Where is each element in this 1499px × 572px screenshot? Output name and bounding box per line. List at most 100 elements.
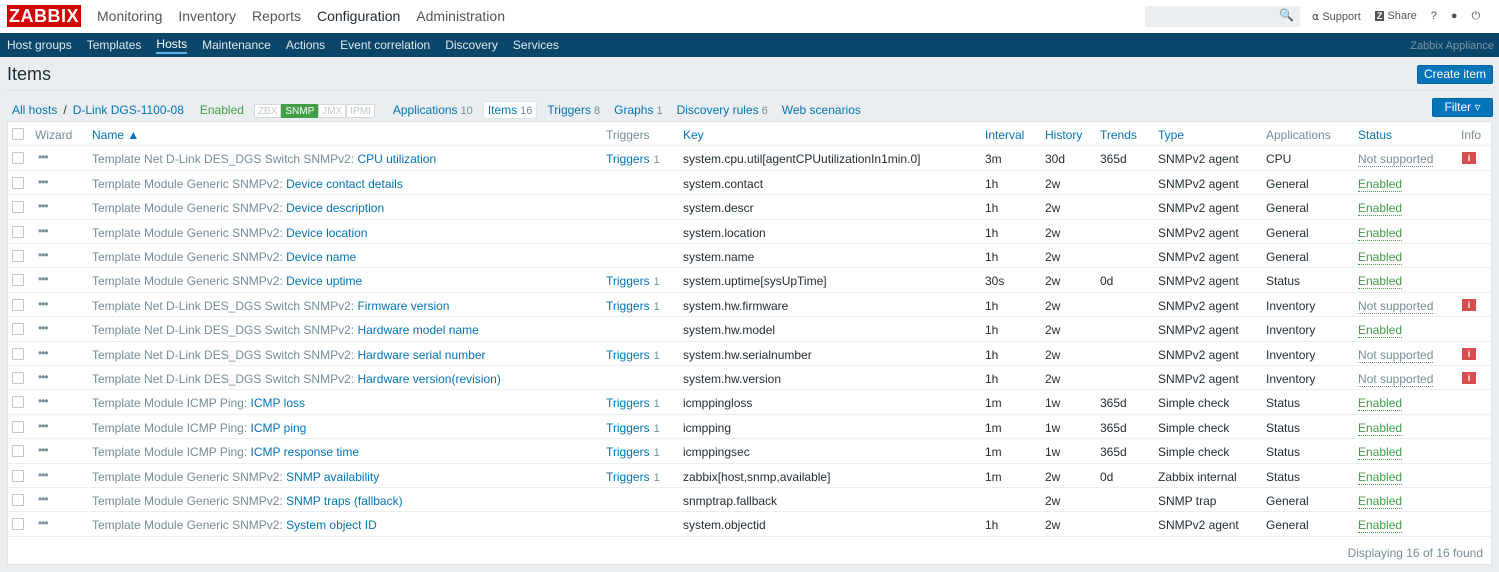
template-link[interactable]: Template Net D-Link DES_DGS Switch SNMPv… bbox=[92, 299, 354, 313]
sub-menu-item[interactable]: Maintenance bbox=[202, 38, 271, 52]
col-history[interactable]: History bbox=[1045, 128, 1082, 142]
wizard-menu-icon[interactable]: ••• bbox=[38, 272, 49, 286]
row-checkbox[interactable] bbox=[12, 494, 24, 506]
template-link[interactable]: Template Net D-Link DES_DGS Switch SNMPv… bbox=[92, 323, 354, 337]
main-menu-item[interactable]: Configuration bbox=[317, 8, 400, 24]
item-link[interactable]: SNMP traps (fallback) bbox=[286, 494, 402, 508]
wizard-menu-icon[interactable]: ••• bbox=[38, 297, 49, 311]
item-link[interactable]: Hardware version(revision) bbox=[357, 372, 500, 386]
col-interval[interactable]: Interval bbox=[985, 128, 1024, 142]
triggers-label[interactable]: Triggers bbox=[606, 445, 650, 459]
item-link[interactable]: Device name bbox=[286, 250, 356, 264]
host-tab-label[interactable]: Web scenarios bbox=[782, 103, 861, 117]
triggers-link[interactable]: Triggers 1 bbox=[606, 445, 660, 459]
template-link[interactable]: Template Module Generic SNMPv2: bbox=[92, 274, 283, 288]
wizard-menu-icon[interactable]: ••• bbox=[38, 394, 49, 408]
item-link[interactable]: ICMP loss bbox=[251, 396, 305, 410]
user-profile-icon[interactable]: ● bbox=[1451, 10, 1458, 23]
host-tab[interactable]: Graphs 1 bbox=[610, 101, 666, 119]
row-checkbox[interactable] bbox=[12, 201, 24, 214]
help-icon[interactable]: ? bbox=[1431, 10, 1437, 23]
wizard-menu-icon[interactable]: ••• bbox=[38, 516, 49, 530]
col-key[interactable]: Key bbox=[683, 128, 704, 142]
row-checkbox[interactable] bbox=[12, 445, 24, 458]
template-link[interactable]: Template Module Generic SNMPv2: bbox=[92, 177, 283, 191]
wizard-menu-icon[interactable]: ••• bbox=[38, 150, 49, 164]
triggers-link[interactable]: Triggers 1 bbox=[606, 348, 660, 362]
template-link[interactable]: Template Module ICMP Ping: bbox=[92, 396, 247, 410]
item-status[interactable]: Not supported bbox=[1358, 152, 1434, 168]
template-link[interactable]: Template Module Generic SNMPv2: bbox=[92, 494, 283, 508]
row-checkbox[interactable] bbox=[12, 372, 24, 384]
item-status[interactable]: Enabled bbox=[1358, 323, 1403, 339]
sub-menu-item[interactable]: Hosts bbox=[156, 37, 188, 54]
item-status[interactable]: Enabled bbox=[1358, 445, 1403, 461]
row-checkbox[interactable] bbox=[12, 469, 24, 482]
item-link[interactable]: SNMP availability bbox=[286, 470, 379, 484]
wizard-menu-icon[interactable]: ••• bbox=[38, 419, 49, 433]
search-input[interactable]: 🔍 bbox=[1145, 6, 1300, 27]
info-error-icon[interactable]: i bbox=[1462, 152, 1476, 165]
sub-menu-item[interactable]: Discovery bbox=[445, 38, 498, 52]
triggers-label[interactable]: Triggers bbox=[606, 299, 650, 313]
sub-menu-item[interactable]: Host groups bbox=[7, 38, 72, 52]
template-link[interactable]: Template Module Generic SNMPv2: bbox=[92, 470, 283, 484]
item-status[interactable]: Enabled bbox=[1358, 396, 1403, 412]
item-link[interactable]: System object ID bbox=[286, 518, 377, 532]
support-link[interactable]: ⍺ Support bbox=[1312, 10, 1361, 23]
triggers-label[interactable]: Triggers bbox=[606, 421, 650, 435]
triggers-link[interactable]: Triggers 1 bbox=[606, 299, 660, 313]
wizard-menu-icon[interactable]: ••• bbox=[38, 370, 49, 384]
col-trends[interactable]: Trends bbox=[1100, 128, 1137, 142]
item-link[interactable]: ICMP ping bbox=[251, 421, 307, 435]
filter-button[interactable]: Filter ▿ bbox=[1432, 98, 1493, 117]
host-tab-label[interactable]: Triggers bbox=[547, 103, 591, 117]
info-error-icon[interactable]: i bbox=[1462, 298, 1476, 311]
item-status[interactable]: Enabled bbox=[1358, 518, 1403, 534]
sub-menu-item[interactable]: Actions bbox=[286, 38, 325, 52]
triggers-label[interactable]: Triggers bbox=[606, 152, 650, 166]
row-checkbox[interactable] bbox=[12, 420, 24, 433]
host-tab-label[interactable]: Graphs bbox=[614, 103, 653, 117]
template-link[interactable]: Template Module Generic SNMPv2: bbox=[92, 250, 283, 264]
wizard-menu-icon[interactable]: ••• bbox=[38, 468, 49, 482]
template-link[interactable]: Template Net D-Link DES_DGS Switch SNMPv… bbox=[92, 152, 354, 166]
template-link[interactable]: Template Module ICMP Ping: bbox=[92, 445, 247, 459]
triggers-label[interactable]: Triggers bbox=[606, 470, 650, 484]
row-checkbox[interactable] bbox=[12, 518, 24, 531]
col-type[interactable]: Type bbox=[1158, 128, 1184, 142]
main-menu-item[interactable]: Inventory bbox=[178, 8, 236, 24]
host-status-link[interactable]: Enabled bbox=[200, 103, 244, 117]
sub-menu-item[interactable]: Templates bbox=[87, 38, 142, 52]
wizard-menu-icon[interactable]: ••• bbox=[38, 175, 49, 189]
wizard-menu-icon[interactable]: ••• bbox=[38, 443, 49, 457]
host-link[interactable]: D-Link DGS-1100-08 bbox=[73, 103, 184, 117]
sub-menu-item[interactable]: Services bbox=[513, 38, 559, 52]
triggers-link[interactable]: Triggers 1 bbox=[606, 421, 660, 435]
row-checkbox[interactable] bbox=[12, 347, 24, 360]
row-checkbox[interactable] bbox=[12, 298, 24, 311]
main-menu-item[interactable]: Administration bbox=[416, 8, 505, 24]
wizard-menu-icon[interactable]: ••• bbox=[38, 346, 49, 360]
create-item-button[interactable]: Create item bbox=[1417, 65, 1493, 84]
template-link[interactable]: Template Module Generic SNMPv2: bbox=[92, 518, 283, 532]
item-link[interactable]: ICMP response time bbox=[251, 445, 360, 459]
item-status[interactable]: Enabled bbox=[1358, 250, 1403, 265]
item-status[interactable]: Not supported bbox=[1358, 372, 1434, 387]
item-link[interactable]: Device description bbox=[286, 201, 384, 215]
col-status[interactable]: Status bbox=[1358, 128, 1392, 142]
main-menu-item[interactable]: Reports bbox=[252, 8, 301, 24]
template-link[interactable]: Template Module ICMP Ping: bbox=[92, 421, 247, 435]
item-status[interactable]: Enabled bbox=[1358, 226, 1403, 241]
triggers-link[interactable]: Triggers 1 bbox=[606, 274, 660, 288]
share-link[interactable]: Z Share bbox=[1374, 10, 1417, 23]
col-name[interactable]: Name ▲ bbox=[92, 128, 139, 142]
template-link[interactable]: Template Net D-Link DES_DGS Switch SNMPv… bbox=[92, 348, 354, 362]
select-all-checkbox[interactable] bbox=[12, 128, 24, 140]
row-checkbox[interactable] bbox=[12, 323, 24, 336]
row-checkbox[interactable] bbox=[12, 176, 24, 189]
template-link[interactable]: Template Module Generic SNMPv2: bbox=[92, 226, 283, 240]
wizard-menu-icon[interactable]: ••• bbox=[38, 492, 49, 506]
triggers-link[interactable]: Triggers 1 bbox=[606, 152, 660, 166]
host-tab[interactable]: Items 16 bbox=[482, 101, 538, 119]
